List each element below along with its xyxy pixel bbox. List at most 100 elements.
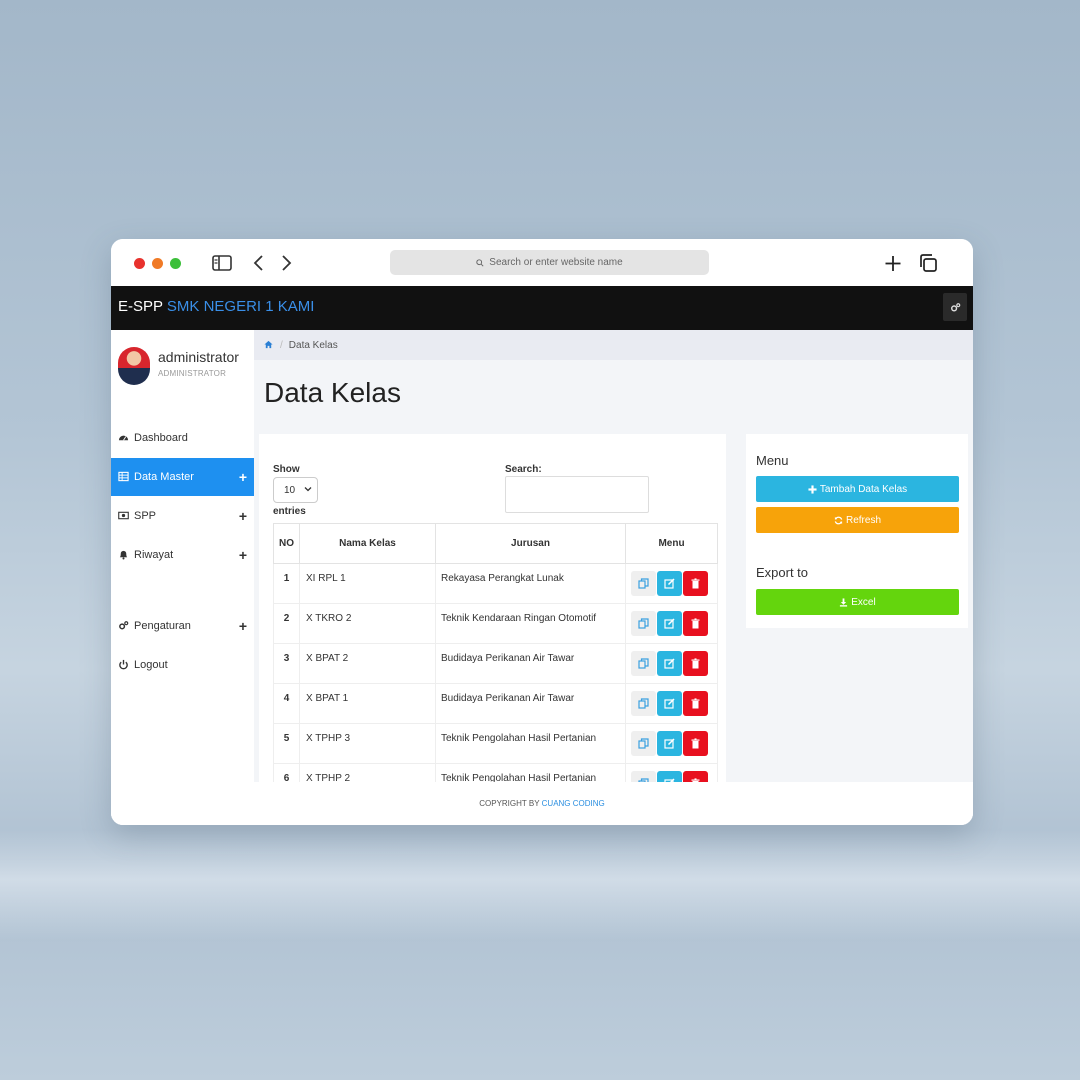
copy-button[interactable] [631, 691, 656, 716]
sidebar-item-spp[interactable]: SPP + [111, 497, 254, 535]
row-number: 2 [273, 603, 300, 644]
edit-button[interactable] [657, 651, 682, 676]
browser-toolbar: Search or enter website name [111, 239, 973, 286]
plus-icon [808, 484, 817, 494]
column-header-jurusan[interactable]: Jurusan [435, 523, 626, 564]
search-label: Search: [505, 464, 542, 475]
entries-value: 10 [284, 484, 296, 496]
kelas-table: NO Nama Kelas Jurusan Menu 1 XI RPL 1 Reka… [273, 523, 718, 804]
forward-arrow-icon[interactable] [275, 253, 297, 273]
sidebar-item-riwayat[interactable]: Riwayat + [111, 536, 254, 574]
jurusan-cell: Teknik Pengolahan Hasil Pertanian [435, 723, 626, 764]
sidebar-item-pengaturan[interactable]: Pengaturan + [111, 607, 254, 645]
sidebar-item-label: Pengaturan [134, 620, 191, 632]
sidebar-item-logout[interactable]: Logout [111, 646, 254, 684]
delete-button[interactable] [683, 571, 708, 596]
minimize-window-button[interactable] [152, 258, 163, 269]
export-excel-label: Excel [851, 596, 876, 608]
delete-button[interactable] [683, 651, 708, 676]
row-actions [625, 643, 718, 684]
profile-role: ADMINISTRATOR [158, 369, 227, 378]
copy-button[interactable] [631, 651, 656, 676]
expand-plus-icon[interactable]: + [239, 547, 247, 563]
background-floor-glow [0, 830, 1080, 940]
show-label: Show [273, 464, 300, 475]
column-header-no[interactable]: NO [273, 523, 300, 564]
export-excel-button[interactable]: Excel [756, 589, 959, 615]
sidebar-item-label: Logout [134, 659, 168, 671]
row-number: 1 [273, 563, 300, 604]
footer: COPYRIGHT BY CUANG CODING [111, 782, 973, 825]
address-bar[interactable]: Search or enter website name [390, 250, 709, 275]
copy-button[interactable] [631, 571, 656, 596]
copy-button[interactable] [631, 731, 656, 756]
table-row: 2X TKRO 2 Teknik Kendaraan Ringan Otomoti… [273, 603, 718, 644]
profile-name: administrator [158, 349, 239, 365]
home-icon[interactable] [264, 340, 274, 350]
refresh-button[interactable]: Refresh [756, 507, 959, 533]
menu-panel: Menu Tambah Data Kelas Refresh Export to… [746, 434, 968, 628]
expand-plus-icon[interactable]: + [239, 469, 247, 485]
delete-button[interactable] [683, 611, 708, 636]
page-title: Data Kelas [264, 377, 401, 408]
breadcrumb-current: Data Kelas [288, 339, 338, 351]
row-actions [625, 603, 718, 644]
copy-button[interactable] [631, 611, 656, 636]
settings-toggle-button[interactable] [943, 293, 967, 321]
gears-icon [118, 620, 130, 632]
delete-button[interactable] [683, 691, 708, 716]
table-row: 5X TPHP 3 Teknik Pengolahan Hasil Pertani… [273, 723, 718, 764]
app-brand[interactable]: E-SPP SMK NEGERI 1 KAMI [118, 298, 314, 315]
search-icon [476, 258, 484, 267]
sidebar-item-label: Dashboard [134, 432, 188, 444]
breadcrumb: / Data Kelas [254, 330, 973, 360]
breadcrumb-separator: / [280, 339, 283, 351]
row-actions [625, 723, 718, 764]
refresh-icon [834, 516, 843, 524]
download-icon [840, 597, 848, 607]
row-actions [625, 683, 718, 724]
edit-button[interactable] [657, 731, 682, 756]
sidebar-toggle-icon[interactable] [211, 253, 233, 273]
dashboard-icon [118, 432, 130, 444]
avatar [118, 347, 150, 385]
jurusan-cell: Budidaya Perikanan Air Tawar [435, 683, 626, 724]
expand-plus-icon[interactable]: + [239, 508, 247, 524]
row-number: 4 [273, 683, 300, 724]
sidebar-item-label: SPP [134, 510, 157, 522]
table-panel: Show 10 entries Search: NO Nama Kelas Ju… [259, 434, 726, 824]
school-name: SMK NEGERI 1 KAMI [166, 298, 315, 315]
expand-plus-icon[interactable]: + [239, 618, 247, 634]
table-row: 1 XI RPL 1 Rekayasa Perangkat Lunak [273, 563, 718, 604]
delete-button[interactable] [683, 731, 708, 756]
search-input[interactable] [505, 476, 649, 513]
maximize-window-button[interactable] [170, 258, 181, 269]
gears-icon [950, 302, 960, 312]
edit-button[interactable] [657, 611, 682, 636]
new-tab-icon[interactable] [882, 253, 904, 273]
nama-kelas-cell: X TPHP 3 [299, 723, 436, 764]
nama-kelas-cell: X BPAT 1 [299, 683, 436, 724]
app-navbar: E-SPP SMK NEGERI 1 KAMI [111, 286, 973, 330]
browser-window: Search or enter website name E-SPP SMK N… [111, 239, 973, 825]
edit-button[interactable] [657, 691, 682, 716]
jurusan-cell: Budidaya Perikanan Air Tawar [435, 643, 626, 684]
sidebar: administrator ADMINISTRATOR Dashboard Da… [111, 330, 254, 825]
bell-icon [118, 549, 130, 561]
sidebar-item-dashboard[interactable]: Dashboard [111, 419, 254, 457]
sidebar-item-data-master[interactable]: Data Master + [111, 458, 254, 496]
nama-kelas-cell: X BPAT 2 [299, 643, 436, 684]
column-header-nama-kelas[interactable]: Nama Kelas [299, 523, 436, 564]
main-content: / Data Kelas Data Kelas Show 10 entries … [254, 330, 973, 825]
jurusan-cell: Rekayasa Perangkat Lunak [435, 563, 626, 604]
footer-brand-link[interactable]: CUANG CODING [542, 799, 605, 808]
user-profile: administrator ADMINISTRATOR [118, 347, 248, 387]
tabs-overview-icon[interactable] [918, 253, 940, 273]
nama-kelas-cell: XI RPL 1 [299, 563, 436, 604]
back-arrow-icon[interactable] [249, 253, 271, 273]
close-window-button[interactable] [134, 258, 145, 269]
table-icon [118, 471, 130, 483]
entries-select[interactable]: 10 [273, 477, 318, 503]
edit-button[interactable] [657, 571, 682, 596]
add-kelas-button[interactable]: Tambah Data Kelas [756, 476, 959, 502]
